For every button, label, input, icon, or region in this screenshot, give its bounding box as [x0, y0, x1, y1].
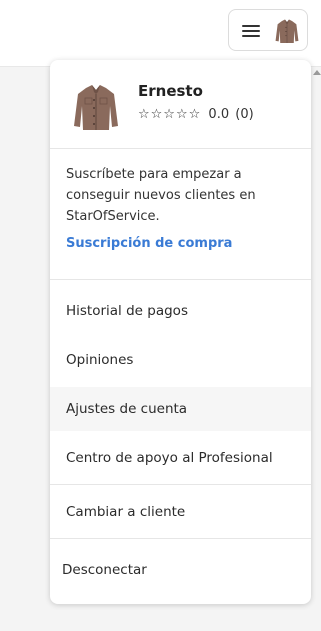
menu-item-logout[interactable]: Desconectar [50, 548, 311, 592]
menu-item-reviews[interactable]: Opiniones [50, 338, 311, 382]
scroll-up-arrow-icon[interactable] [313, 70, 321, 75]
divider [50, 538, 311, 539]
buy-subscription-link[interactable]: Suscripción de compra [66, 236, 232, 251]
profile-name: Ernesto [138, 82, 203, 100]
user-menu-toggle[interactable] [228, 9, 308, 51]
avatar [74, 85, 118, 130]
rating-count: (0) [235, 107, 254, 122]
menu-item-account-settings[interactable]: Ajustes de cuenta [50, 387, 311, 431]
rating-value: 0.0 [208, 107, 230, 122]
divider [50, 484, 311, 485]
subscribe-message: Suscríbete para empezar a conseguir nuev… [66, 167, 256, 224]
menu-item-switch-to-client[interactable]: Cambiar a cliente [50, 490, 311, 534]
menu-item-support-center[interactable]: Centro de apoyo al Profesional [50, 436, 311, 480]
menu-item-payment-history[interactable]: Historial de pagos [50, 289, 311, 333]
subscribe-section: Suscríbete para empezar a conseguir nuev… [50, 148, 311, 280]
star-rating-icons: ☆☆☆☆☆ [138, 107, 202, 122]
user-dropdown-menu: Ernesto ☆☆☆☆☆ 0.0 (0) Suscríbete para em… [50, 60, 311, 604]
rating: ☆☆☆☆☆ 0.0 (0) [138, 107, 254, 122]
avatar [275, 19, 299, 43]
top-bar [0, 0, 321, 67]
hamburger-icon [242, 25, 260, 37]
profile-header: Ernesto ☆☆☆☆☆ 0.0 (0) [50, 60, 311, 149]
